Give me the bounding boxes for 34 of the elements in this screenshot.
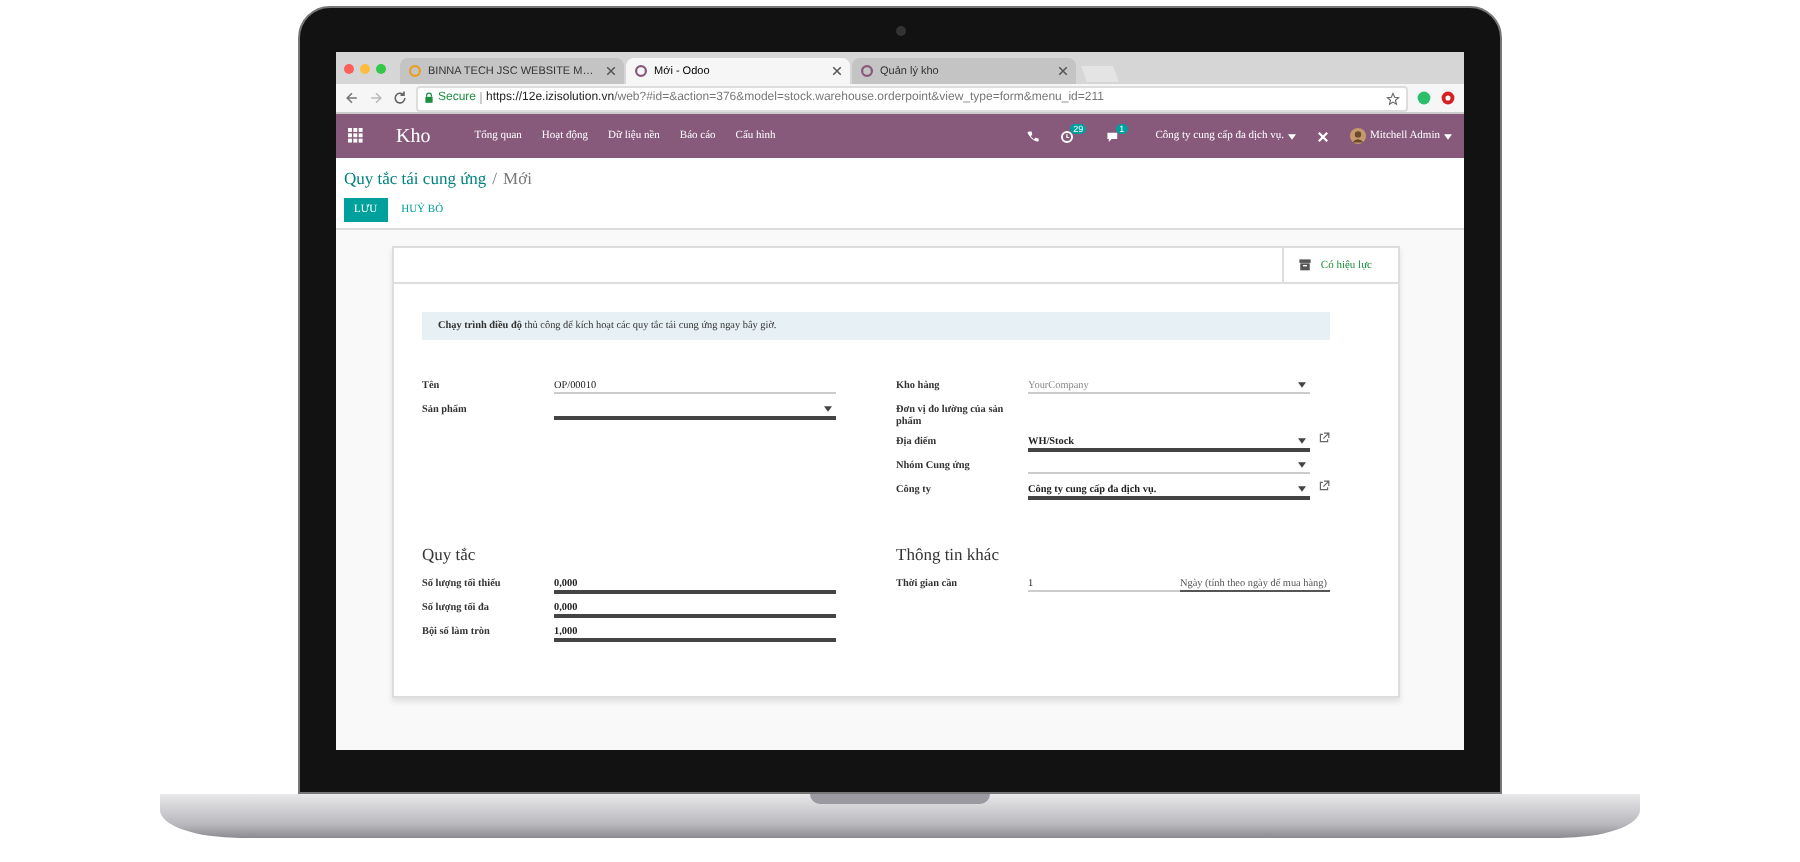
breadcrumb-link[interactable]: Quy tắc tái cung ứng: [344, 168, 487, 188]
external-link-icon[interactable]: [1318, 480, 1330, 492]
caret-icon: [824, 406, 832, 412]
caret-icon: [1298, 462, 1306, 468]
select-field[interactable]: [554, 400, 836, 420]
caret-icon: [1298, 438, 1306, 444]
avatar-icon: [1350, 128, 1366, 144]
favicon-icon: [634, 64, 648, 78]
window-controls-icon: [344, 63, 386, 73]
section-heading: Quy tắc: [422, 544, 478, 564]
star-icon[interactable]: [1386, 91, 1400, 105]
favicon-icon: [860, 64, 874, 78]
back-icon[interactable]: [344, 90, 360, 106]
caret-icon: [1288, 133, 1296, 139]
phone-icon[interactable]: [1026, 129, 1041, 143]
camera-icon: [896, 26, 906, 36]
close-icon[interactable]: [606, 66, 616, 76]
clock-icon[interactable]: [1060, 129, 1075, 143]
archive-icon: [1298, 258, 1313, 272]
caret-icon: [1298, 486, 1306, 492]
caret-icon: [1444, 133, 1452, 139]
lock-icon: [424, 92, 434, 104]
apps-grid-icon[interactable]: [348, 128, 364, 144]
app-name[interactable]: Kho: [396, 125, 431, 147]
breadcrumb-current: Mới: [503, 168, 532, 188]
reload-icon[interactable]: [392, 90, 408, 106]
close-icon[interactable]: [832, 66, 842, 76]
close-icon[interactable]: [1058, 66, 1068, 76]
chat-icon[interactable]: [1106, 129, 1121, 143]
external-link-icon[interactable]: [1318, 432, 1330, 444]
favicon-icon: [408, 64, 422, 78]
breadcrumb-separator: /: [492, 168, 498, 188]
section-heading: Thông tin khác: [896, 544, 1001, 564]
caret-icon: [1298, 382, 1306, 388]
